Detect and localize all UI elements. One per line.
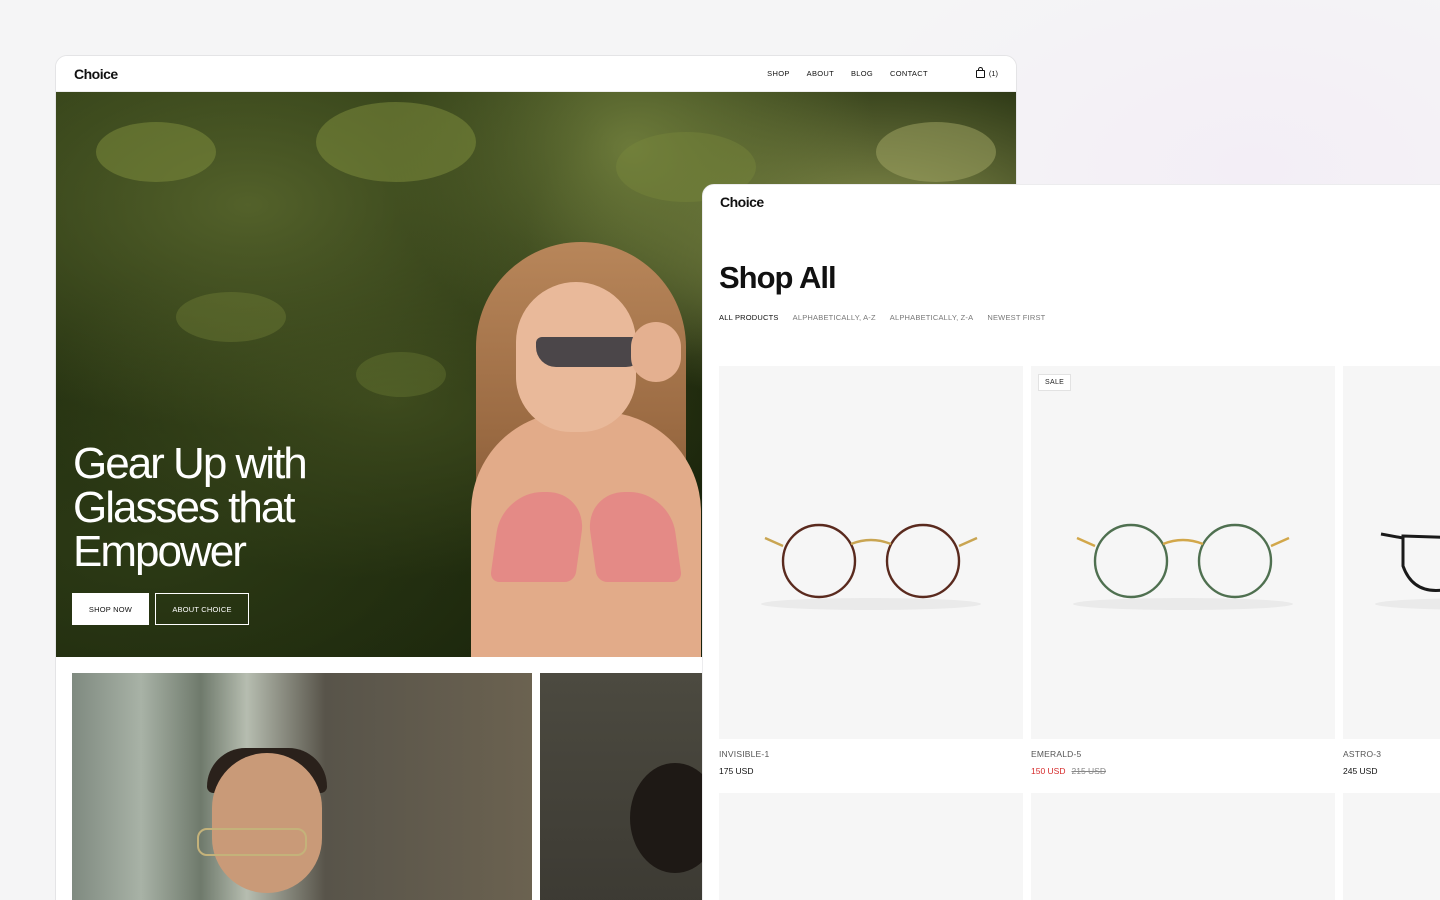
lifestyle-image-man[interactable] [72,673,532,900]
foliage [876,122,996,182]
foliage [96,122,216,182]
product-card[interactable]: INVISIBLE-1 175 USD [719,366,1023,776]
hero-title: Gear Up with Glasses that Empower [73,439,308,576]
sale-badge: SALE [1038,374,1072,391]
product-name[interactable]: INVISIBLE-1 [719,749,1023,759]
product-image-placeholder[interactable] [1031,793,1335,900]
product-image[interactable] [719,366,1023,739]
hero-actions: SHOP NOW ABOUT CHOICE [72,593,249,625]
sunglasses-icon [536,337,646,367]
shop-header: Choice [703,185,1440,219]
price-current: 150 USD [1031,766,1066,776]
cart-count: (1) [988,69,998,78]
lifestyle-image-woman[interactable] [540,673,710,900]
product-image[interactable]: SALE [1031,366,1335,739]
glasses-icon [197,828,307,856]
foliage [176,292,286,342]
product-card[interactable]: SALE EMERALD-5 150 USD 215 USD [1031,366,1335,776]
product-image[interactable] [1343,366,1440,739]
product-price: 175 USD [719,766,1023,776]
shop-logo[interactable]: Choice [720,194,764,210]
nav-about[interactable]: ABOUT [807,69,834,78]
lifestyle-tiles [72,673,710,900]
sort-filters: ALL PRODUCTS ALPHABETICALLY, A-Z ALPHABE… [719,313,1045,322]
shop-now-button[interactable]: SHOP NOW [72,593,149,625]
cart-button[interactable]: (1) [975,66,998,78]
foliage [316,102,476,182]
price-current: 175 USD [719,766,754,776]
price-current: 245 USD [1343,766,1378,776]
home-logo[interactable]: Choice [74,66,118,82]
eyeglasses-icon [1073,523,1293,610]
product-grid-row-2 [719,793,1440,900]
product-name[interactable]: ASTRO-3 [1343,749,1440,759]
product-image-placeholder[interactable] [719,793,1023,900]
home-nav-links: SHOP ABOUT BLOG CONTACT [767,69,928,78]
about-choice-button[interactable]: ABOUT CHOICE [155,593,249,625]
product-card[interactable]: ASTRO-3 245 USD [1343,366,1440,776]
nav-contact[interactable]: CONTACT [890,69,928,78]
product-name[interactable]: EMERALD-5 [1031,749,1335,759]
product-image-placeholder[interactable] [1343,793,1440,900]
price-original: 215 USD [1071,766,1107,776]
hero-model-image [416,242,746,657]
product-price: 150 USD 215 USD [1031,766,1335,776]
shop-page-window: Choice Shop All ALL PRODUCTS ALPHABETICA… [702,184,1440,900]
product-grid: INVISIBLE-1 175 USD SALE EMERALD-5 150 U [719,366,1440,776]
nav-shop[interactable]: SHOP [767,69,789,78]
filter-alpha-az[interactable]: ALPHABETICALLY, A-Z [793,313,876,322]
filter-newest[interactable]: NEWEST FIRST [987,313,1045,322]
eyeglasses-icon [761,523,981,610]
shopping-bag-icon [975,66,985,78]
page-title: Shop All [719,260,837,295]
product-price: 245 USD [1343,766,1440,776]
filter-all-products[interactable]: ALL PRODUCTS [719,313,779,322]
nav-blog[interactable]: BLOG [851,69,873,78]
filter-alpha-za[interactable]: ALPHABETICALLY, Z-A [890,313,974,322]
home-navbar: Choice SHOP ABOUT BLOG CONTACT (1) [56,56,1016,92]
eyeglasses-icon [1375,532,1440,610]
